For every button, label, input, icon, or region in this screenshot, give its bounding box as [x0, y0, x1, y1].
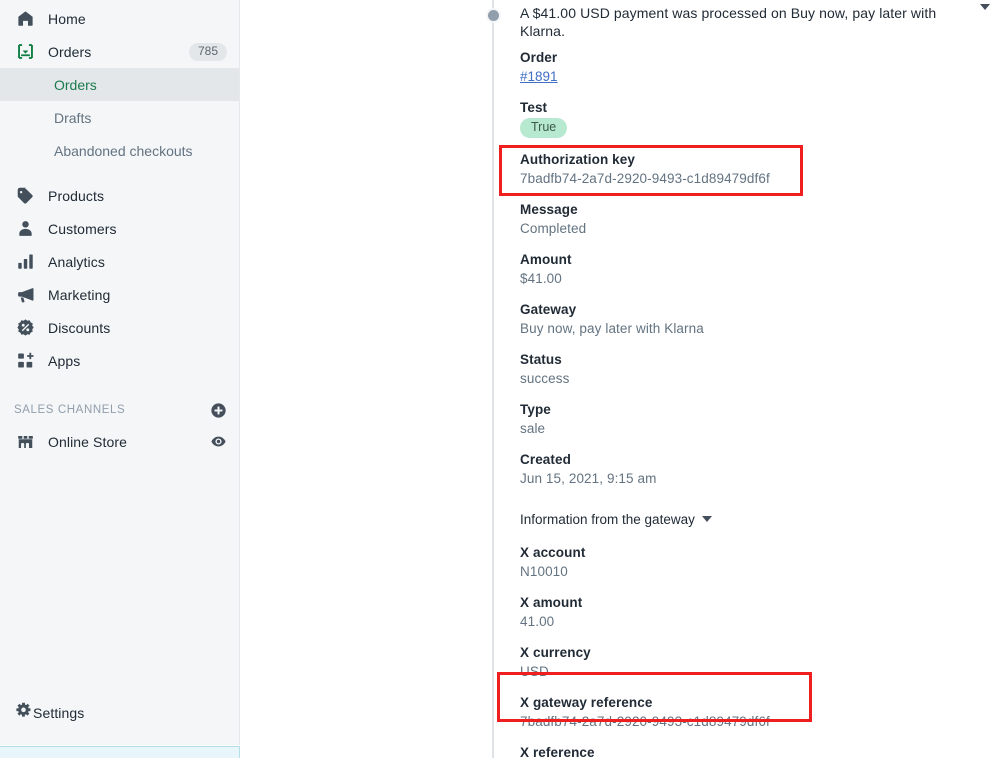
field-message: Message Completed: [520, 200, 960, 238]
field-value: 41.00: [520, 614, 555, 629]
sidebar-item-orders[interactable]: Orders 785: [0, 35, 239, 68]
field-value: 7badfb74-2a7d-2920-9493-c1d89479df6f: [520, 171, 770, 186]
field-value: N10010: [520, 564, 568, 579]
field-value: success: [520, 371, 570, 386]
home-icon: [14, 8, 36, 30]
field-x-currency: X currency USD: [520, 643, 960, 681]
order-timeline-panel: A $41.00 USD payment was processed on Bu…: [240, 0, 1000, 758]
field-type: Type sale: [520, 400, 960, 438]
field-label: Authorization key: [520, 152, 635, 167]
gateway-information-toggle[interactable]: Information from the gateway: [520, 510, 960, 529]
field-value: Buy now, pay later with Klarna: [520, 321, 704, 336]
orders-count-badge: 785: [188, 42, 227, 61]
sales-channels-header: SALES CHANNELS: [0, 395, 239, 425]
sidebar-item-label: Home: [48, 10, 86, 27]
sidebar-subitem-label: Abandoned checkouts: [54, 142, 193, 159]
sidebar-subitem-label: Drafts: [54, 109, 92, 126]
sidebar-item-label: Products: [48, 187, 105, 204]
sales-channels-title: SALES CHANNELS: [14, 404, 126, 416]
sidebar-item-label: Customers: [48, 220, 117, 237]
tag-icon: [14, 185, 36, 207]
sidebar: Home Orders 785 Orders Drafts Abandoned …: [0, 0, 240, 745]
field-label: Created: [520, 452, 571, 467]
sidebar-item-label: Marketing: [48, 286, 111, 303]
bottom-panel-strip: [0, 746, 240, 758]
field-value: $41.00: [520, 271, 562, 286]
plus-circle-icon[interactable]: [210, 402, 227, 419]
sidebar-item-drafts[interactable]: Drafts: [0, 101, 239, 134]
field-label: Message: [520, 202, 578, 217]
store-icon: [14, 431, 36, 453]
field-label: X amount: [520, 595, 583, 610]
transaction-details: Order #1891 Test True Authorization key …: [520, 48, 960, 758]
test-status-badge: True: [520, 118, 568, 138]
field-label: X reference: [520, 745, 595, 758]
sidebar-item-home[interactable]: Home: [0, 2, 239, 35]
megaphone-icon: [14, 284, 36, 306]
chevron-down-icon[interactable]: [980, 4, 990, 10]
field-gateway: Gateway Buy now, pay later with Klarna: [520, 300, 960, 338]
field-order: Order #1891: [520, 48, 960, 86]
timeline-rail: [492, 0, 494, 758]
sidebar-item-products[interactable]: Products: [0, 179, 239, 212]
field-label: Type: [520, 402, 551, 417]
field-x-gateway-reference: X gateway reference 7badfb74-2a7d-2920-9…: [520, 693, 960, 731]
sidebar-item-customers[interactable]: Customers: [0, 212, 239, 245]
chevron-down-icon[interactable]: [701, 516, 712, 522]
field-value: Completed: [520, 221, 587, 236]
field-value: 7badfb74-2a7d-2920-9493-c1d89479df6f: [520, 714, 770, 729]
app-root: Home Orders 785 Orders Drafts Abandoned …: [0, 0, 1000, 758]
person-icon: [14, 218, 36, 240]
settings-label: Settings: [33, 704, 85, 721]
timeline-dot: [486, 8, 501, 23]
sidebar-item-label: Apps: [48, 352, 81, 369]
sidebar-item-online-store[interactable]: Online Store: [0, 425, 239, 458]
field-x-amount: X amount 41.00: [520, 593, 960, 631]
field-test: Test True: [520, 98, 960, 138]
field-label: X account: [520, 545, 586, 560]
orders-icon: [14, 41, 36, 63]
field-x-account: X account N10010: [520, 543, 960, 581]
field-amount: Amount $41.00: [520, 250, 960, 288]
sidebar-item-discounts[interactable]: Discounts: [0, 311, 239, 344]
field-label: Gateway: [520, 302, 577, 317]
sidebar-nav: Home Orders 785 Orders Drafts Abandoned …: [0, 0, 239, 458]
sidebar-item-label: Orders: [48, 43, 92, 60]
field-label: Order: [520, 50, 558, 65]
sidebar-item-apps[interactable]: Apps: [0, 344, 239, 377]
sidebar-item-abandoned-checkouts[interactable]: Abandoned checkouts: [0, 134, 239, 167]
field-status: Status success: [520, 350, 960, 388]
apps-icon: [14, 350, 36, 372]
sidebar-item-marketing[interactable]: Marketing: [0, 278, 239, 311]
timeline-event-header[interactable]: A $41.00 USD payment was processed on Bu…: [520, 4, 990, 40]
field-authorization-key: Authorization key 7badfb74-2a7d-2920-949…: [520, 150, 960, 188]
eye-icon[interactable]: [210, 433, 227, 450]
sidebar-item-label: Online Store: [48, 433, 128, 450]
sidebar-item-settings[interactable]: Settings: [0, 696, 239, 729]
sidebar-subitem-label: Orders: [54, 76, 97, 93]
field-value: sale: [520, 421, 546, 436]
field-label: Test: [520, 100, 548, 115]
gateway-fields: X account N10010 X amount 41.00 X curren…: [520, 543, 960, 758]
gateway-information-label: Information from the gateway: [520, 512, 695, 527]
field-label: Status: [520, 352, 562, 367]
sidebar-item-orders-sub[interactable]: Orders: [0, 68, 239, 101]
field-created: Created Jun 15, 2021, 9:15 am: [520, 450, 960, 488]
field-label: X currency: [520, 645, 591, 660]
order-link[interactable]: #1891: [520, 69, 558, 84]
field-x-reference: X reference 20729580552286: [520, 743, 960, 758]
sidebar-item-analytics[interactable]: Analytics: [0, 245, 239, 278]
timeline-event-text: A $41.00 USD payment was processed on Bu…: [520, 5, 937, 39]
discount-icon: [14, 317, 36, 339]
field-label: X gateway reference: [520, 695, 653, 710]
field-value: USD: [520, 664, 549, 679]
gear-icon: [14, 701, 33, 725]
field-label: Amount: [520, 252, 572, 267]
bar-chart-icon: [14, 251, 36, 273]
sidebar-item-label: Discounts: [48, 319, 111, 336]
sidebar-item-label: Analytics: [48, 253, 105, 270]
field-value: Jun 15, 2021, 9:15 am: [520, 471, 657, 486]
